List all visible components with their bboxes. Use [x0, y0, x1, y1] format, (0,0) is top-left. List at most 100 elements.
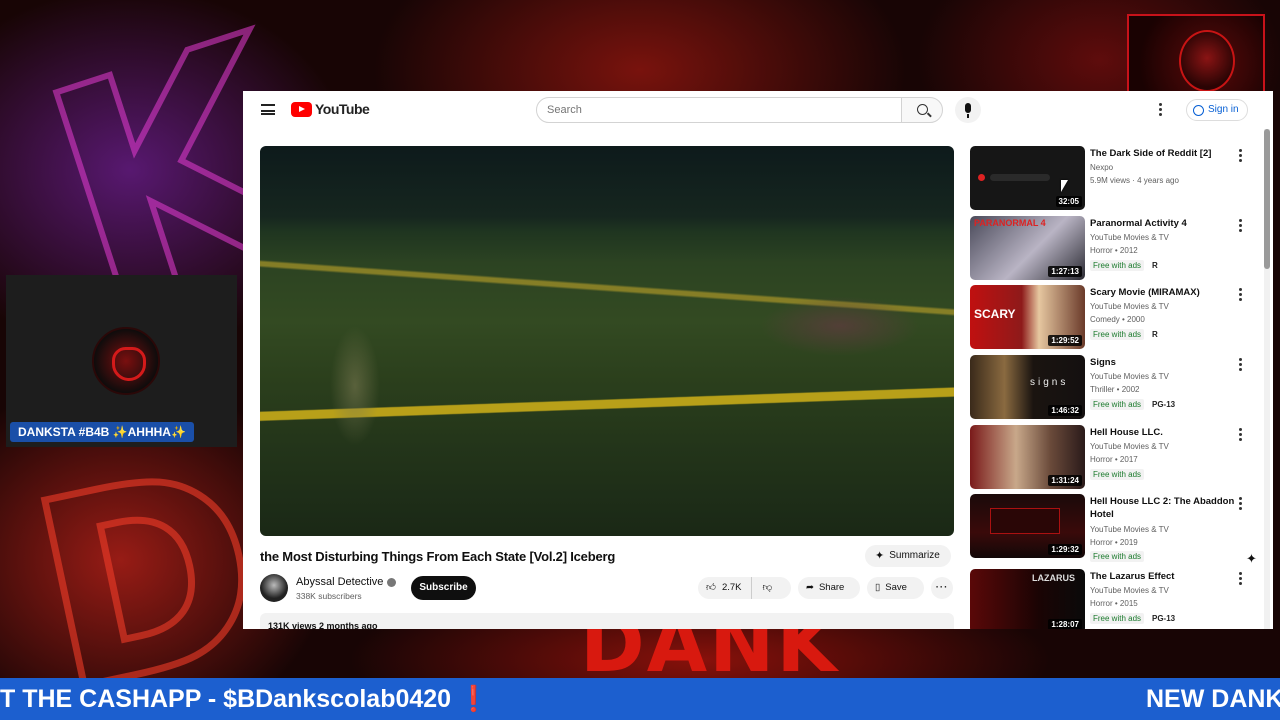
webcam-avatar: [92, 327, 160, 395]
recommendation-thumbnail[interactable]: PARANORMAL 4 1:27:13: [970, 216, 1085, 280]
video-duration: 1:31:24: [1048, 475, 1082, 486]
recommendation-meta: Horror • 2012: [1090, 246, 1138, 255]
sparkle-icon: ✦: [875, 550, 885, 562]
recommendation-thumbnail[interactable]: 1:29:32: [970, 494, 1085, 558]
sign-in-button[interactable]: Sign in: [1186, 99, 1248, 121]
subscribe-button[interactable]: Subscribe: [411, 576, 476, 600]
recommendation-channel[interactable]: YouTube Movies & TV: [1090, 442, 1169, 451]
ticker-bar: T THE CASHAPP - $BDankscolab0420 ❗ NEW D…: [0, 678, 1280, 720]
youtube-play-icon: [291, 101, 312, 117]
more-actions-button[interactable]: ···: [931, 577, 953, 599]
recommendation-channel[interactable]: YouTube Movies & TV: [1090, 525, 1169, 534]
summarize-label: Summarize: [889, 550, 940, 561]
share-button[interactable]: ➦ Share: [798, 577, 860, 599]
summarize-button[interactable]: ✦ Summarize: [865, 545, 951, 567]
recommendation-title[interactable]: The Dark Side of Reddit [2]: [1090, 147, 1240, 160]
like-button[interactable]: 👍︎ 2.7K: [698, 577, 753, 599]
recommendation-item[interactable]: 1:29:32 Hell House LLC 2: The Abaddon Ho…: [970, 494, 1260, 562]
scrollbar-thumb[interactable]: [1264, 129, 1270, 269]
video-frame-figure: [330, 326, 380, 446]
share-arrow-icon: ➦: [806, 582, 814, 593]
more-options-icon[interactable]: [1236, 219, 1244, 234]
hamburger-menu-icon[interactable]: [261, 104, 275, 115]
recommendation-meta: Thriller • 2002: [1090, 385, 1140, 394]
content-rating: R: [1152, 261, 1158, 270]
recommendation-title[interactable]: Scary Movie (MIRAMAX): [1090, 286, 1240, 299]
verified-icon: [387, 577, 397, 587]
recommendation-meta: Horror • 2015: [1090, 599, 1138, 608]
recommendation-title[interactable]: Signs: [1090, 356, 1240, 369]
recommendation-meta: 5.9M views · 4 years ago: [1090, 176, 1179, 185]
subscriber-count: 338K subscribers: [296, 591, 362, 601]
free-with-ads-badge: Free with ads: [1090, 329, 1145, 340]
recommendation-meta: Horror • 2019: [1090, 538, 1138, 547]
recommendation-thumbnail[interactable]: LAZARUS 1:28:07: [970, 569, 1085, 629]
content-rating: PG-13: [1152, 614, 1176, 623]
recommendation-thumbnail[interactable]: 32:05: [970, 146, 1085, 210]
recommendation-title[interactable]: The Lazarus Effect: [1090, 570, 1240, 583]
recommendation-title[interactable]: Hell House LLC.: [1090, 426, 1240, 439]
save-button[interactable]: ▯ Save: [867, 577, 924, 599]
free-with-ads-badge: Free with ads: [1090, 551, 1145, 562]
free-with-ads-badge: Free with ads: [1090, 613, 1145, 624]
youtube-logo[interactable]: YouTube: [291, 101, 370, 117]
recommendation-channel[interactable]: YouTube Movies & TV: [1090, 233, 1169, 242]
share-label: Share: [818, 582, 845, 593]
search-input[interactable]: [536, 97, 902, 123]
thumbs-down-icon: 👎︎: [762, 582, 773, 593]
youtube-logo-text: YouTube: [315, 101, 370, 117]
recommendation-item[interactable]: PARANORMAL 4 1:27:13 Paranormal Activity…: [970, 216, 1260, 280]
recommendation-channel[interactable]: YouTube Movies & TV: [1090, 372, 1169, 381]
more-options-icon[interactable]: [1236, 572, 1244, 587]
free-with-ads-badge: Free with ads: [1090, 399, 1145, 410]
video-duration: 1:28:07: [1048, 619, 1082, 629]
recommendation-title[interactable]: Hell House LLC 2: The Abaddon Hotel: [1090, 495, 1240, 521]
person-icon: [1193, 104, 1204, 116]
channel-name-label: Abyssal Detective: [296, 576, 384, 588]
recommendation-thumbnail[interactable]: 1:31:24: [970, 425, 1085, 489]
webcam-name-label: DANKSTA #B4B ✨AHHHA✨: [10, 422, 194, 442]
more-options-icon[interactable]: [1236, 497, 1244, 512]
voice-search-mic-icon[interactable]: [955, 97, 981, 123]
video-duration: 1:29:32: [1048, 544, 1082, 555]
like-dislike-group: 👍︎ 2.7K 👎︎: [698, 577, 791, 599]
recommendation-item[interactable]: 1:31:24 Hell House LLC. YouTube Movies &…: [970, 425, 1260, 489]
content-rating: R: [1152, 330, 1158, 339]
search-button[interactable]: [901, 97, 943, 123]
video-duration: 1:29:52: [1048, 335, 1082, 346]
more-options-icon[interactable]: [1236, 428, 1244, 443]
recommendation-channel[interactable]: YouTube Movies & TV: [1090, 586, 1169, 595]
sign-in-label: Sign in: [1208, 104, 1239, 115]
video-player[interactable]: [260, 146, 954, 536]
mouse-cursor-icon: [1061, 180, 1068, 192]
more-options-icon[interactable]: [1236, 358, 1244, 373]
recommendation-thumbnail[interactable]: SCARY 1:29:52: [970, 285, 1085, 349]
channel-name[interactable]: Abyssal Detective: [296, 576, 397, 588]
recommendation-meta: Comedy • 2000: [1090, 315, 1145, 324]
free-with-ads-badge: Free with ads: [1090, 260, 1145, 271]
recommendation-title[interactable]: Paranormal Activity 4: [1090, 217, 1240, 230]
recommendation-item[interactable]: LAZARUS 1:28:07 The Lazarus Effect YouTu…: [970, 569, 1260, 629]
recommendation-channel[interactable]: Nexpo: [1090, 163, 1113, 172]
save-label: Save: [885, 582, 907, 593]
video-frame-figure: [760, 296, 920, 356]
more-options-icon[interactable]: [1236, 149, 1244, 164]
more-options-icon[interactable]: [1236, 288, 1244, 303]
settings-more-icon[interactable]: [1159, 103, 1162, 117]
recommendation-channel[interactable]: YouTube Movies & TV: [1090, 302, 1169, 311]
recommendation-item[interactable]: 32:05 The Dark Side of Reddit [2] Nexpo …: [970, 146, 1260, 210]
recommendation-item[interactable]: signs 1:46:32 Signs YouTube Movies & TV …: [970, 355, 1260, 419]
webcam-box: DANKSTA #B4B ✨AHHHA✨: [6, 275, 237, 447]
channel-avatar[interactable]: [260, 574, 288, 602]
recommendation-thumbnail[interactable]: signs 1:46:32: [970, 355, 1085, 419]
dislike-button[interactable]: 👎︎: [752, 577, 772, 599]
youtube-header: YouTube Sign in: [243, 91, 1273, 129]
ticker-text-left: T THE CASHAPP - $BDankscolab0420 ❗: [0, 685, 490, 713]
ai-sparkle-icon[interactable]: ✦: [1246, 551, 1257, 567]
recommendation-item[interactable]: SCARY 1:29:52 Scary Movie (MIRAMAX) YouT…: [970, 285, 1260, 349]
free-with-ads-badge: Free with ads: [1090, 469, 1145, 480]
scrollbar[interactable]: [1264, 129, 1270, 629]
content-rating: PG-13: [1152, 400, 1176, 409]
ticker-text-right: NEW DANK: [1146, 685, 1280, 713]
thumbs-up-icon: 👍︎: [706, 582, 716, 593]
